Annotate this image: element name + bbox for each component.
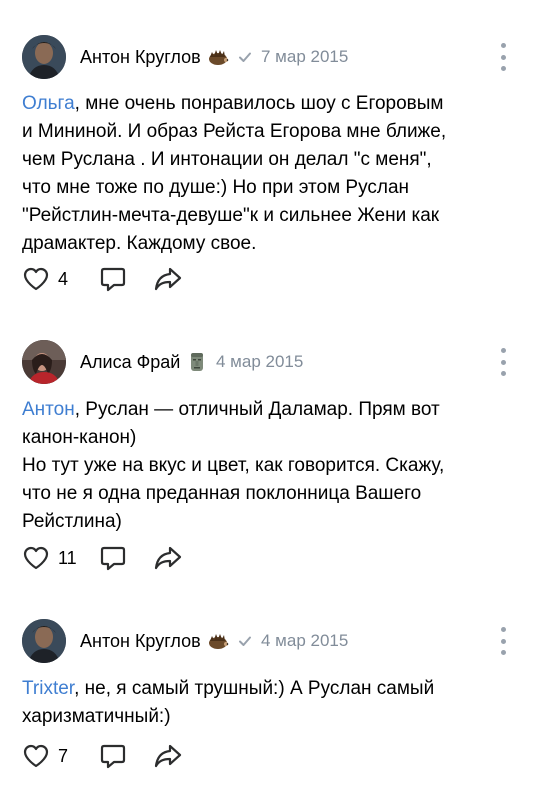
hedgehog-icon	[209, 50, 229, 65]
meta-row: 7 мар 2015	[207, 46, 348, 68]
hedgehog-icon	[209, 634, 229, 649]
like-count: 7	[58, 745, 69, 766]
comment-text: Антон, Руслан — отличный Даламар. Прям в…	[22, 396, 495, 536]
share-button[interactable]	[153, 545, 183, 571]
reply-button[interactable]	[99, 544, 127, 572]
like-button[interactable]: 11	[22, 545, 77, 571]
comment-actions: 7	[22, 741, 183, 771]
share-arrow-icon	[154, 267, 182, 291]
comment-body: , мне очень понравилось шоу с Егоровым и…	[22, 93, 447, 254]
more-options-icon[interactable]	[497, 627, 509, 655]
meta-row: 4 мар 2015	[186, 351, 303, 373]
author-name[interactable]: Алиса Фрай	[80, 352, 180, 372]
verified-check-icon	[239, 52, 251, 62]
comment-header: Антон Круглов 4 мар 2015	[0, 619, 535, 663]
comment-body: , не, я самый трушный:) А Руслан самый х…	[22, 678, 435, 727]
share-button[interactable]	[153, 266, 183, 292]
comment-text: Trixter, не, я самый трушный:) А Руслан …	[22, 675, 495, 731]
mention-link[interactable]: Антон	[22, 399, 75, 420]
avatar[interactable]	[22, 35, 66, 79]
comment-header: Алиса Фрай 4 мар 2015	[0, 340, 535, 384]
share-arrow-icon	[154, 744, 182, 768]
comment-actions: 11	[22, 543, 183, 573]
reply-button[interactable]	[99, 265, 127, 293]
comment-date[interactable]: 4 мар 2015	[216, 352, 303, 372]
like-count: 4	[58, 268, 69, 289]
share-arrow-icon	[154, 546, 181, 570]
comment-bubble-icon	[100, 744, 126, 769]
more-options-icon[interactable]	[497, 348, 509, 376]
mention-link[interactable]: Trixter	[22, 678, 74, 699]
comment-header: Антон Круглов 7 мар 2015	[0, 35, 535, 79]
mention-link[interactable]: Ольга	[22, 93, 75, 114]
heart-icon	[23, 546, 49, 570]
comment-text: Ольга, мне очень понравилось шоу с Егоро…	[22, 90, 495, 258]
comment-actions: 4	[22, 264, 183, 294]
like-button[interactable]: 7	[22, 743, 68, 769]
avatar[interactable]	[22, 340, 66, 384]
more-options-icon[interactable]	[497, 43, 509, 71]
verified-check-icon	[239, 636, 251, 646]
avatar[interactable]	[22, 619, 66, 663]
comment-date[interactable]: 7 мар 2015	[261, 47, 348, 67]
comment-body: , Руслан — отличный Даламар. Прям вот ка…	[22, 399, 445, 532]
comment-bubble-icon	[100, 546, 125, 571]
heart-icon	[23, 267, 49, 291]
reply-button[interactable]	[99, 742, 127, 770]
like-button[interactable]: 4	[22, 266, 68, 292]
comment-date[interactable]: 4 мар 2015	[261, 631, 348, 651]
heart-icon	[23, 744, 49, 768]
share-button[interactable]	[153, 743, 183, 769]
moai-icon	[191, 353, 203, 371]
meta-row: 4 мар 2015	[207, 630, 348, 652]
like-count: 11	[58, 547, 77, 568]
author-name[interactable]: Антон Круглов	[80, 47, 201, 67]
author-name[interactable]: Антон Круглов	[80, 631, 201, 651]
comment-bubble-icon	[100, 267, 126, 292]
